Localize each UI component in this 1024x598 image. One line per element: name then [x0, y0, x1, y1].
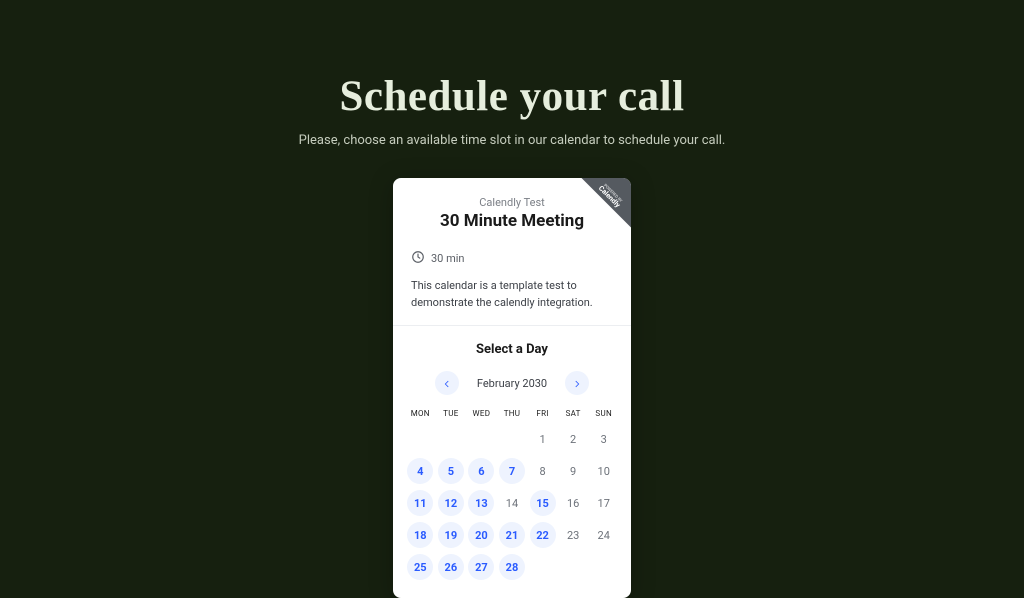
week-row: 123	[407, 426, 617, 452]
day-12[interactable]: 12	[438, 490, 464, 516]
meeting-description: This calendar is a template test to demo…	[411, 278, 613, 311]
day-28[interactable]: 28	[499, 554, 525, 580]
dow-fri: FRI	[529, 409, 556, 418]
duration-row: 30 min	[411, 249, 613, 268]
dow-tue: TUE	[438, 409, 465, 418]
day-24: 24	[591, 522, 617, 548]
week-row: 18192021222324	[407, 522, 617, 548]
dow-mon: MON	[407, 409, 434, 418]
day-25[interactable]: 25	[407, 554, 433, 580]
day-4[interactable]: 4	[407, 458, 433, 484]
month-label: February 2030	[477, 377, 547, 390]
month-navigation: February 2030	[407, 371, 617, 395]
day-9: 9	[560, 458, 586, 484]
dow-sun: SUN	[590, 409, 617, 418]
dow-wed: WED	[468, 409, 495, 418]
day-5[interactable]: 5	[438, 458, 464, 484]
day-17: 17	[591, 490, 617, 516]
next-month-button[interactable]	[565, 371, 589, 395]
day-13[interactable]: 13	[468, 490, 494, 516]
week-row: 11121314151617	[407, 490, 617, 516]
page-subtitle: Please, choose an available time slot in…	[299, 133, 726, 148]
day-14: 14	[499, 490, 525, 516]
day-21[interactable]: 21	[499, 522, 525, 548]
week-row: 25262728	[407, 554, 617, 580]
dow-thu: THU	[499, 409, 526, 418]
chevron-left-icon	[442, 374, 452, 393]
day-22[interactable]: 22	[530, 522, 556, 548]
day-8: 8	[530, 458, 556, 484]
day-27[interactable]: 27	[468, 554, 494, 580]
clock-icon	[411, 249, 425, 268]
day-1: 1	[530, 426, 556, 452]
day-16: 16	[560, 490, 586, 516]
chevron-right-icon	[572, 374, 582, 393]
dow-sat: SAT	[560, 409, 587, 418]
prev-month-button[interactable]	[435, 371, 459, 395]
day-6[interactable]: 6	[468, 458, 494, 484]
day-2: 2	[560, 426, 586, 452]
day-15[interactable]: 15	[530, 490, 556, 516]
day-7[interactable]: 7	[499, 458, 525, 484]
calendar-grid: 1234567891011121314151617181920212223242…	[407, 426, 617, 580]
day-26[interactable]: 26	[438, 554, 464, 580]
day-20[interactable]: 20	[468, 522, 494, 548]
day-10: 10	[591, 458, 617, 484]
duration-text: 30 min	[431, 252, 465, 265]
powered-by-badge[interactable]: POWERED BY Calendly	[561, 178, 631, 248]
day-23: 23	[560, 522, 586, 548]
scheduler-card: POWERED BY Calendly Calendly Test 30 Min…	[393, 178, 631, 598]
week-row: 45678910	[407, 458, 617, 484]
weekday-header: MON TUE WED THU FRI SAT SUN	[407, 409, 617, 418]
page-title: Schedule your call	[339, 72, 684, 121]
day-11[interactable]: 11	[407, 490, 433, 516]
day-3: 3	[591, 426, 617, 452]
day-18[interactable]: 18	[407, 522, 433, 548]
day-19[interactable]: 19	[438, 522, 464, 548]
select-day-heading: Select a Day	[407, 342, 617, 357]
